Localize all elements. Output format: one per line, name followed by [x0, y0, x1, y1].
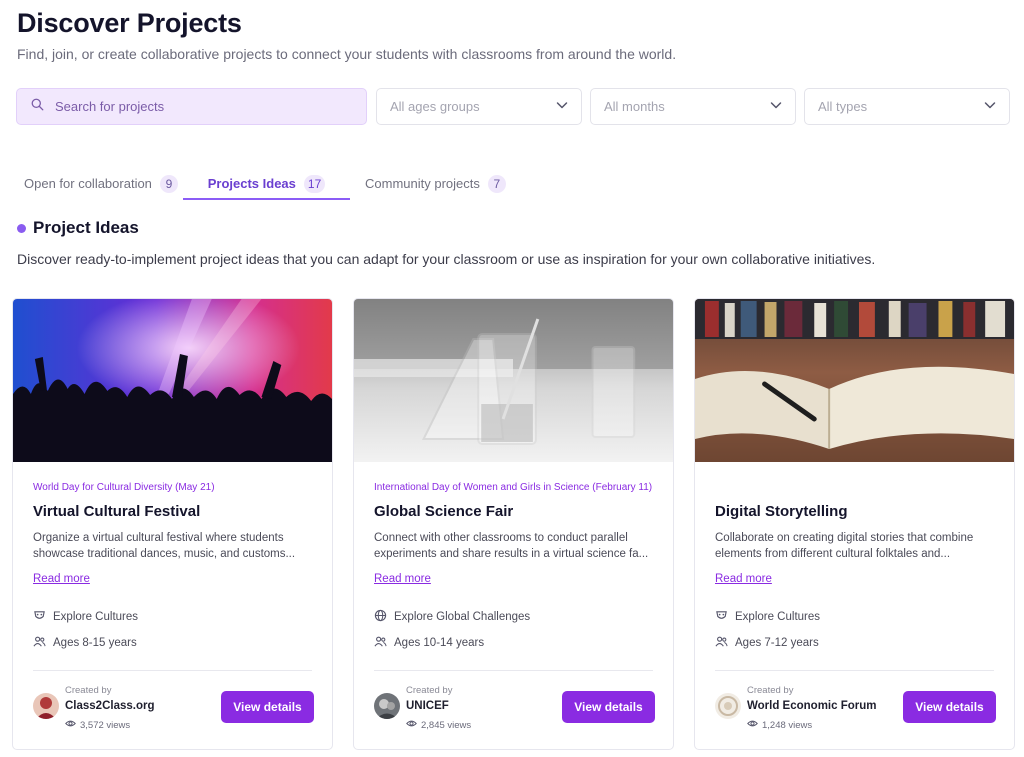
users-icon: [374, 635, 394, 651]
ages-label: Ages 7-12 years: [735, 637, 819, 649]
page-title: Discover Projects: [17, 8, 242, 38]
type-value: All types: [818, 99, 868, 114]
view-details-button[interactable]: View details: [903, 691, 996, 723]
tab-label: Community projects: [365, 176, 480, 191]
month-select[interactable]: All months: [590, 88, 796, 125]
page-subtitle: Find, join, or create collaborative proj…: [17, 46, 677, 62]
chevron-down-icon: [983, 98, 997, 115]
event-label: International Day of Women and Girls in …: [374, 482, 653, 493]
section-dot-icon: [17, 224, 26, 233]
tab-count: 17: [303, 175, 326, 193]
category-label: Explore Cultures: [735, 611, 821, 623]
read-more-link[interactable]: Read more: [33, 573, 90, 585]
creator-name: UNICEF: [406, 700, 449, 712]
category-row: Explore Global Challenges: [374, 609, 530, 625]
view-details-button[interactable]: View details: [562, 691, 655, 723]
project-tabs: Open for collaboration 9 Projects Ideas …: [12, 172, 512, 200]
type-select[interactable]: All types: [804, 88, 1010, 125]
card-title: Virtual Cultural Festival: [33, 503, 201, 520]
card-divider: [33, 670, 312, 671]
read-more-link[interactable]: Read more: [715, 573, 772, 585]
tab-label: Projects Ideas: [207, 176, 296, 191]
filter-bar: All ages groups All months All types: [16, 88, 1010, 126]
creator-avatar: [715, 693, 741, 719]
tab-count: 7: [487, 175, 506, 193]
project-card: Digital Storytelling Collaborate on crea…: [694, 298, 1015, 750]
month-value: All months: [604, 99, 665, 114]
section-title: Project Ideas: [33, 218, 139, 237]
ages-row: Ages 7-12 years: [715, 635, 819, 651]
view-details-button[interactable]: View details: [221, 691, 314, 723]
users-icon: [715, 635, 735, 651]
views-count: 3,572 views: [65, 718, 130, 732]
project-card: International Day of Women and Girls in …: [353, 298, 674, 750]
creator-name: Class2Class.org: [65, 700, 155, 712]
created-by-label: Created by: [747, 685, 794, 696]
creator-avatar: [33, 693, 59, 719]
ages-label: Ages 8-15 years: [53, 637, 137, 649]
views-count: 1,248 views: [747, 718, 812, 732]
chevron-down-icon: [769, 98, 783, 115]
created-by-label: Created by: [406, 685, 453, 696]
tab-count: 9: [159, 175, 178, 193]
users-icon: [33, 635, 53, 651]
read-more-link[interactable]: Read more: [374, 573, 431, 585]
ages-row: Ages 10-14 years: [374, 635, 484, 651]
age-group-value: All ages groups: [390, 99, 480, 114]
concert-image: [13, 299, 332, 462]
search-input[interactable]: [55, 99, 345, 114]
card-description: Collaborate on creating digital stories …: [715, 532, 974, 560]
tab-community-projects[interactable]: Community projects 7: [365, 172, 506, 200]
views-count: 2,845 views: [406, 718, 471, 732]
views-label: 2,845 views: [421, 719, 472, 731]
tab-label: Open for collaboration: [24, 176, 152, 191]
creator-avatar: [374, 693, 400, 719]
search-box[interactable]: [16, 88, 367, 125]
event-label: World Day for Cultural Diversity (May 21…: [33, 482, 215, 493]
category-row: Explore Cultures: [33, 609, 138, 625]
card-divider: [715, 670, 994, 671]
card-divider: [374, 670, 653, 671]
views-label: 1,248 views: [762, 719, 813, 731]
created-by-label: Created by: [65, 685, 112, 696]
section-description: Discover ready-to-implement project idea…: [17, 251, 876, 267]
chevron-down-icon: [555, 98, 569, 115]
age-group-select[interactable]: All ages groups: [376, 88, 582, 125]
tab-projects-ideas[interactable]: Projects Ideas 17: [183, 172, 350, 200]
views-label: 3,572 views: [80, 719, 131, 731]
globe-icon: [374, 609, 394, 625]
card-description: Organize a virtual cultural festival whe…: [33, 532, 296, 560]
eye-icon: [65, 718, 80, 732]
card-title: Digital Storytelling: [715, 503, 848, 520]
category-row: Explore Cultures: [715, 609, 820, 625]
creator-name: World Economic Forum: [747, 700, 877, 712]
culture-mask-icon: [715, 609, 735, 625]
project-card: World Day for Cultural Diversity (May 21…: [12, 298, 333, 750]
eye-icon: [747, 718, 762, 732]
open-book-image: [695, 299, 1014, 462]
culture-mask-icon: [33, 609, 53, 625]
ages-row: Ages 8-15 years: [33, 635, 137, 651]
eye-icon: [406, 718, 421, 732]
card-title: Global Science Fair: [374, 503, 514, 520]
category-label: Explore Cultures: [53, 611, 139, 623]
tab-open-for-collaboration[interactable]: Open for collaboration 9: [24, 172, 178, 200]
science-beakers-image: [354, 299, 673, 462]
ages-label: Ages 10-14 years: [394, 637, 485, 649]
card-description: Connect with other classrooms to conduct…: [374, 532, 649, 560]
search-icon: [31, 98, 44, 116]
category-label: Explore Global Challenges: [394, 611, 531, 623]
